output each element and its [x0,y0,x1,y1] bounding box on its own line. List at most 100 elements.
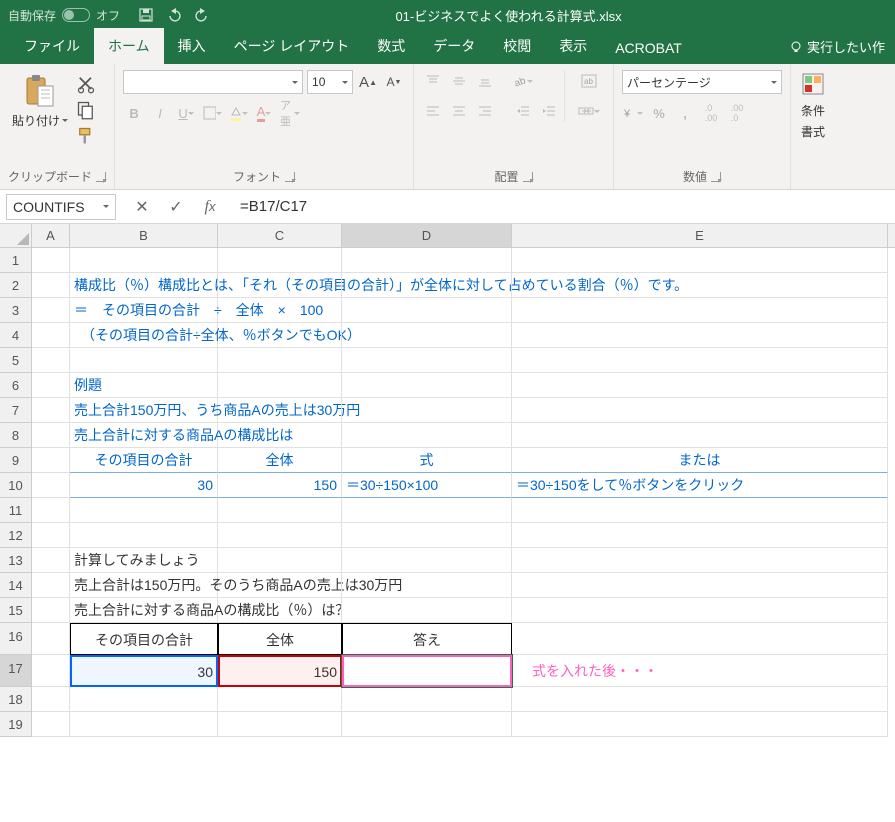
cell[interactable]: 式を入れた後・・・ [512,655,888,687]
cell[interactable]: 答え [342,623,512,655]
decrease-font-icon[interactable]: A▼ [383,71,405,93]
bold-button[interactable]: B [123,102,145,124]
lightbulb-icon [789,40,803,54]
cell[interactable]: 例題 [70,373,218,398]
cell[interactable]: または [512,448,888,473]
formula-input[interactable]: =B17/C17 [230,198,895,215]
cell[interactable]: ＝30÷150をして％ボタンをクリック [512,473,888,498]
cell[interactable]: 売上合計に対する商品Aの構成比（％）は？ [70,598,218,623]
row-header[interactable]: 1 [0,248,32,273]
conditional-format-icon[interactable] [799,70,827,98]
col-header[interactable]: D [342,224,512,247]
tab-page-layout[interactable]: ページ レイアウト [220,28,364,64]
tab-data[interactable]: データ [419,28,489,64]
dialog-launcher-icon[interactable] [96,172,106,182]
save-icon[interactable] [138,7,154,23]
redo-icon[interactable] [194,7,210,23]
font-color-button[interactable]: A [253,102,275,124]
increase-decimal-icon[interactable]: .0.00 [700,102,722,124]
col-header[interactable]: E [512,224,888,247]
col-header[interactable]: B [70,224,218,247]
cell[interactable]: 売上合計に対する商品Aの構成比は [70,423,218,448]
copy-icon[interactable] [76,100,96,120]
formula-bar: COUNTIFS ✕ ✓ fx =B17/C17 [0,190,895,224]
cell-d17[interactable]: =B17/C17 [342,655,512,687]
tab-insert[interactable]: 挿入 [164,28,220,64]
cell[interactable]: 式 [342,448,512,473]
group-font: 10 A▲ A▼ B I U A ア亜 フォント [115,64,414,189]
comma-style-icon[interactable]: , [674,102,696,124]
wrap-text-icon[interactable]: ab [573,70,605,92]
increase-font-icon[interactable]: A▲ [357,71,379,93]
accounting-format-icon[interactable]: ¥ [622,102,644,124]
cell[interactable]: 全体 [218,448,342,473]
percent-style-icon[interactable]: % [648,102,670,124]
cell[interactable]: ＝ その項目の合計 ÷ 全体 × 100 [70,298,218,323]
cell[interactable]: その項目の合計 [70,623,218,655]
chevron-down-icon [292,81,298,87]
column-headers[interactable]: A B C D E [32,224,895,248]
ribbon: 貼り付け クリップボード 10 A▲ A▼ B I [0,64,895,190]
fill-color-button[interactable] [227,102,249,124]
font-size-combo[interactable]: 10 [307,70,353,94]
align-middle-icon[interactable] [448,70,470,92]
align-bottom-icon[interactable] [474,70,496,92]
increase-indent-icon[interactable] [538,100,560,122]
cell[interactable]: （その項目の合計÷全体、％ボタンでもOK） [70,323,218,348]
select-all-corner[interactable] [0,224,32,248]
toggle-switch-icon[interactable] [62,8,90,22]
align-right-icon[interactable] [474,100,496,122]
paste-button[interactable]: 貼り付け [8,70,72,133]
cell[interactable]: 構成比（％）構成比とは、「それ（その項目の合計）」が全体に対して占めている割合（… [70,273,218,298]
align-center-icon[interactable] [448,100,470,122]
merge-center-icon[interactable] [573,100,605,122]
autosave-toggle[interactable]: 自動保存 オフ [8,7,120,24]
undo-icon[interactable] [166,7,182,23]
dialog-launcher-icon[interactable] [711,172,721,182]
cancel-formula-icon[interactable]: ✕ [130,195,154,219]
dialog-launcher-icon[interactable] [285,172,295,182]
cut-icon[interactable] [76,74,96,94]
number-format-combo[interactable]: パーセンテージ [622,70,782,94]
tab-acrobat[interactable]: ACROBAT [601,32,696,64]
cell[interactable]: その項目の合計 [70,448,218,473]
cell-c17[interactable]: 150 [218,655,342,687]
decrease-indent-icon[interactable] [512,100,534,122]
phonetic-icon[interactable]: ア亜 [279,102,301,124]
cell[interactable]: 全体 [218,623,342,655]
cell[interactable]: 売上合計150万円、うち商品Aの売上は30万円 [70,398,218,423]
name-box[interactable]: COUNTIFS [6,194,116,220]
group-clipboard: 貼り付け クリップボード [0,64,115,189]
italic-button[interactable]: I [149,102,171,124]
group-alignment: ab ab 配置 [414,64,614,189]
orientation-icon[interactable]: ab [512,70,534,92]
worksheet-grid[interactable]: A B C D E 1 2構成比（％）構成比とは、「それ（その項目の合計）」が全… [0,224,895,737]
autosave-label: 自動保存 [8,7,56,24]
format-painter-icon[interactable] [76,126,96,146]
tell-me[interactable]: 実行したい作 [779,29,895,64]
tab-home[interactable]: ホーム [94,28,164,64]
autosave-state: オフ [96,7,120,24]
border-button[interactable] [201,102,223,124]
align-left-icon[interactable] [422,100,444,122]
cell[interactable]: 売上合計は150万円。そのうち商品Aの売上は30万円 [70,573,218,598]
tab-file[interactable]: ファイル [10,28,94,64]
align-top-icon[interactable] [422,70,444,92]
tab-review[interactable]: 校閲 [489,28,545,64]
dialog-launcher-icon[interactable] [523,172,533,182]
fx-icon[interactable]: fx [198,195,222,219]
cell[interactable]: 30 [70,473,218,498]
font-name-combo[interactable] [123,70,303,94]
enter-formula-icon[interactable]: ✓ [164,195,188,219]
tab-formulas[interactable]: 数式 [363,28,419,64]
window-title: 01-ビジネスでよく使われる計算式.xlsx [210,6,887,25]
cell[interactable]: 計算してみましょう [70,548,218,573]
cell[interactable]: 150 [218,473,342,498]
underline-button[interactable]: U [175,102,197,124]
col-header[interactable]: C [218,224,342,247]
col-header[interactable]: A [32,224,70,247]
decrease-decimal-icon[interactable]: .00.0 [726,102,748,124]
tab-view[interactable]: 表示 [545,28,601,64]
cell[interactable]: ＝30÷150×100 [342,473,512,498]
cell-b17[interactable]: 30 [70,655,218,687]
